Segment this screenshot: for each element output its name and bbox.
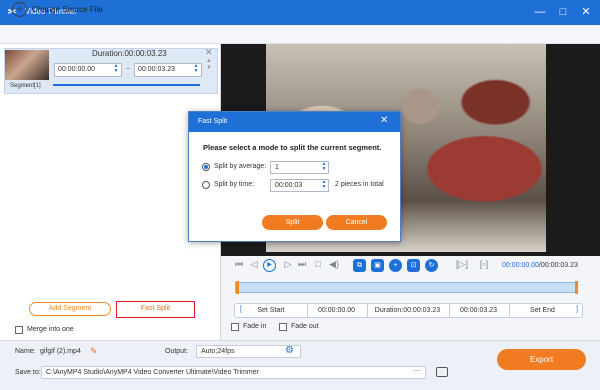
split-time-label: Split by time: (214, 181, 255, 188)
range-separator: ~ (126, 66, 131, 73)
change-source-button[interactable]: Change Source File (32, 5, 103, 14)
segment-thumbnail (5, 50, 49, 80)
split-average-label: Split by average: (214, 163, 267, 170)
timecode: 00:00:00.00/00:00:03.23 (502, 262, 578, 269)
file-name: gifgif (2).mp4 (40, 348, 81, 355)
merge-label: Merge into one (27, 326, 74, 333)
duplicate-icon[interactable]: ⊡ (407, 259, 420, 272)
delete-segment-icon[interactable]: ✕ (205, 47, 213, 58)
fade-out-label: Fade out (291, 323, 319, 330)
maximize-button[interactable]: □ (553, 4, 573, 20)
crop-icon[interactable]: ▣ (371, 259, 384, 272)
output-label: Output: (165, 348, 188, 355)
total-time: /00:00:03.23 (538, 262, 578, 269)
minimize-button[interactable]: — (530, 4, 550, 20)
segment-label: Segment[1] (10, 83, 41, 89)
set-start-button[interactable]: Set Start (245, 304, 297, 317)
start-time-field[interactable]: 00:00:00.00 (307, 304, 365, 317)
split-button[interactable]: Split (262, 215, 323, 230)
set-end-button[interactable]: Set End (509, 304, 575, 317)
segment-duration: Duration:00:00:03.23 (92, 49, 167, 58)
play-button[interactable]: ▶ (263, 259, 276, 272)
cancel-button[interactable]: Cancel (326, 215, 387, 230)
edit-name-icon[interactable]: ✎ (90, 346, 98, 357)
end-stepper-icon[interactable]: ▲ ▼ (192, 64, 200, 74)
dialog-prompt: Please select a mode to split the curren… (203, 143, 382, 152)
start-stepper-icon[interactable]: ▲ ▼ (112, 64, 120, 74)
add-segment-button[interactable]: Add Segment (29, 302, 111, 316)
segment-progress-line (53, 84, 200, 86)
open-folder-icon[interactable] (436, 367, 448, 377)
copy-segment-icon[interactable]: ⧉ (353, 259, 366, 272)
prev-frame-icon[interactable]: ◁ (248, 259, 260, 270)
trim-start-handle[interactable] (236, 281, 239, 294)
reorder-arrows-icon[interactable]: ▲ ▼ (206, 58, 212, 72)
export-button[interactable]: Export (497, 349, 586, 370)
pieces-total-text: 2 pieces in total (335, 181, 384, 188)
fade-in-checkbox[interactable] (231, 323, 239, 331)
bracket-left-icon: [ (240, 306, 242, 313)
next-frame-icon[interactable]: ▷ (282, 259, 294, 270)
skip-start-icon[interactable]: ⏮ (233, 259, 245, 270)
snapshot-icon[interactable]: [▫] (478, 259, 490, 269)
skip-end-icon[interactable]: ⏭ (296, 259, 308, 270)
time-stepper-icon[interactable]: ▲ ▼ (320, 180, 328, 190)
duration-field[interactable]: Duration:00:00:03.23 (367, 304, 447, 317)
fade-out-checkbox[interactable] (279, 323, 287, 331)
dialog-close-icon[interactable]: ✕ (380, 115, 388, 126)
add-circle-icon[interactable]: + (12, 2, 27, 17)
fade-in-label: Fade in (243, 323, 267, 330)
merge-checkbox[interactable] (15, 326, 23, 334)
reset-icon[interactable]: ↻ (425, 259, 438, 272)
toolbar (0, 25, 600, 44)
end-time-field[interactable]: 00:00:03.23 (449, 304, 507, 317)
settings-gear-icon[interactable]: ⚙ (285, 345, 294, 356)
stop-icon[interactable]: □ (312, 259, 324, 269)
fast-split-button[interactable]: Fast Split (116, 301, 195, 318)
split-average-radio[interactable] (202, 163, 210, 171)
volume-icon[interactable]: ◀) (328, 259, 340, 270)
name-label: Name: (15, 348, 36, 355)
save-path-field[interactable]: C:\AnyMP4 Studio\AnyMP4 Video Converter … (41, 366, 426, 379)
trim-end-handle[interactable] (575, 281, 578, 294)
add-icon[interactable]: + (389, 259, 402, 272)
save-to-label: Save to: (15, 369, 41, 376)
close-button[interactable]: ✕ (576, 4, 596, 20)
browse-button[interactable]: ··· (408, 366, 426, 379)
dialog-title: Fast Split (198, 118, 228, 125)
bracket-right-icon: ] (576, 306, 578, 313)
timeline-track[interactable] (235, 282, 578, 293)
current-time: 00:00:00.00 (502, 262, 539, 269)
average-stepper-icon[interactable]: ▲ ▼ (320, 162, 328, 172)
split-marker-icon[interactable]: [▷] (456, 259, 468, 270)
split-time-radio[interactable] (202, 181, 210, 189)
